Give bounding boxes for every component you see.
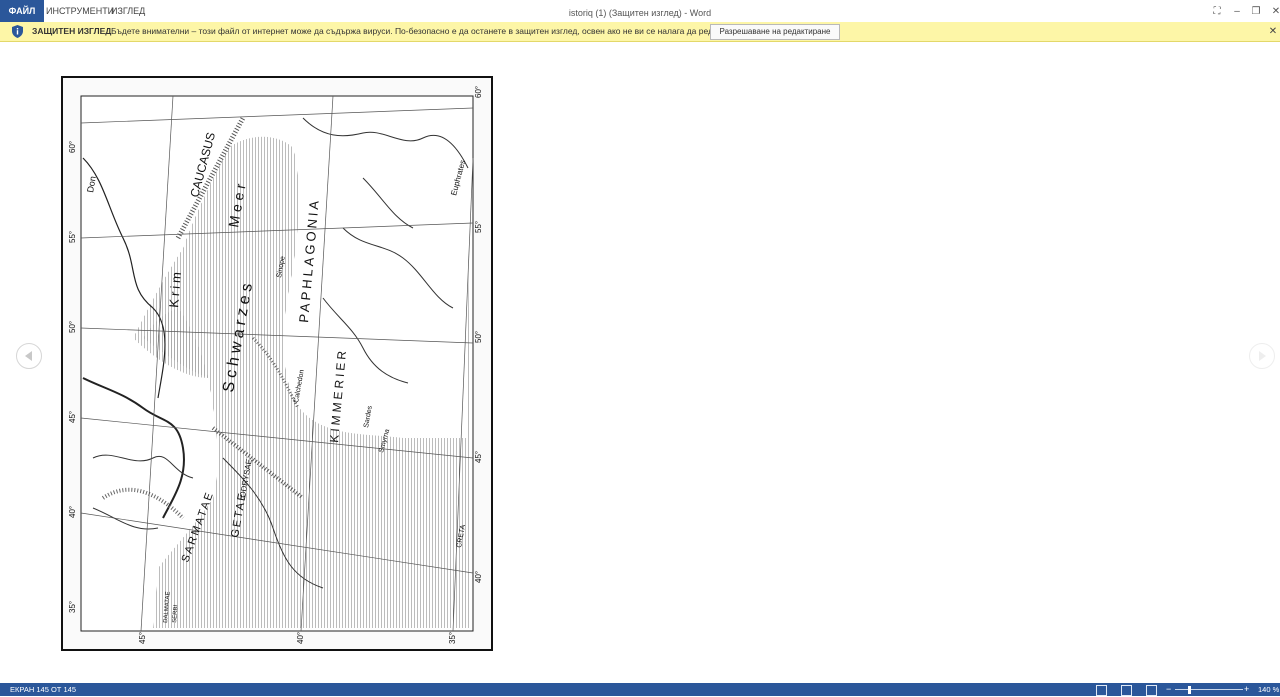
- title-bar: ФАЙЛ ИНСТРУМЕНТИ ИЗГЛЕД istoriq (1) (Защ…: [0, 0, 1280, 23]
- lon-label-2: 35°: [448, 632, 457, 644]
- lat-label-left-0: 60°: [68, 141, 77, 153]
- lat-label-right-3: 45°: [474, 451, 483, 463]
- lat-label-right-4: 40°: [474, 571, 483, 583]
- web-layout-icon[interactable]: [1146, 685, 1157, 696]
- close-button[interactable]: ✕: [1266, 0, 1280, 22]
- zoom-slider[interactable]: [1175, 689, 1243, 690]
- lat-label-right-0: 60°: [474, 86, 483, 98]
- protected-view-title: ЗАЩИТЕН ИЗГЛЕД: [32, 26, 112, 36]
- lat-label-left-1: 55°: [68, 231, 77, 243]
- zoom-level[interactable]: 140 %: [1258, 683, 1279, 697]
- zoom-in-button[interactable]: +: [1244, 683, 1249, 696]
- lat-label-right-2: 50°: [474, 331, 483, 343]
- lon-label-0: 45°: [138, 632, 147, 644]
- minimize-button[interactable]: –: [1227, 0, 1247, 22]
- lat-label-left-5: 35°: [68, 601, 77, 613]
- lat-label-left-4: 40°: [68, 506, 77, 518]
- next-page-button[interactable]: [1249, 343, 1275, 369]
- fullscreen-icon[interactable]: ⛶: [1207, 0, 1227, 22]
- lat-label-left-3: 45°: [68, 411, 77, 423]
- protected-view-message: Бъдете внимателни – този файл от интерне…: [111, 26, 751, 36]
- previous-page-button[interactable]: [16, 343, 42, 369]
- zoom-out-button[interactable]: −: [1166, 683, 1171, 696]
- historical-map-image: 60° 55° 50° 45° 40° 35° 60° 55° 50° 45° …: [61, 76, 493, 651]
- page-indicator: ЕКРАН 145 ОТ 145: [10, 685, 76, 694]
- protected-view-bar: ЗАЩИТЕН ИЗГЛЕД Бъдете внимателни – този …: [0, 22, 1280, 42]
- lat-label-left-2: 50°: [68, 321, 77, 333]
- arrow-right-icon: [1259, 351, 1266, 361]
- enable-editing-button[interactable]: Разрешаване на редактиране: [710, 24, 840, 40]
- status-bar: ЕКРАН 145 ОТ 145 − + 140 %: [0, 683, 1280, 696]
- lat-label-right-1: 55°: [474, 221, 483, 233]
- print-layout-icon[interactable]: [1121, 685, 1132, 696]
- zoom-slider-thumb[interactable]: [1188, 686, 1191, 694]
- close-notification-icon[interactable]: ✕: [1266, 22, 1280, 41]
- shield-icon: [12, 25, 23, 38]
- map-drawing: 60° 55° 50° 45° 40° 35° 60° 55° 50° 45° …: [68, 86, 483, 644]
- read-mode-icon[interactable]: [1096, 685, 1107, 696]
- restore-button[interactable]: ❐: [1246, 0, 1266, 22]
- window-title: istoriq (1) (Защитен изглед) - Word: [568, 8, 712, 18]
- lon-label-1: 40°: [296, 632, 305, 644]
- arrow-left-icon: [25, 351, 32, 361]
